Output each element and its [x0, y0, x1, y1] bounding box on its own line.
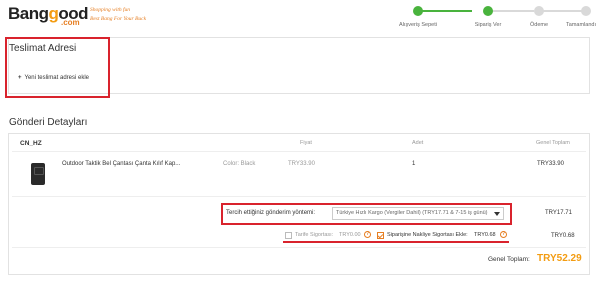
product-image[interactable] [31, 163, 45, 185]
row-separator [12, 247, 586, 248]
checkout-progress: Alışveriş Sepeti Sipariş Ver Ödeme Tamam… [399, 5, 596, 31]
progress-step-dot-1 [413, 6, 423, 16]
product-total: TRY33.90 [537, 161, 564, 167]
product-qty: 1 [412, 161, 416, 167]
progress-step-dot-4 [581, 6, 591, 16]
column-header-price: Fiyat [300, 140, 312, 146]
progress-line-2 [488, 10, 534, 12]
highlight-insurance-underline [283, 241, 509, 243]
shipping-cost: TRY17.71 [545, 210, 572, 216]
tariff-insurance-value: TRY0.00 [339, 232, 361, 238]
highlight-address-box [5, 37, 110, 98]
progress-step-label-1: Alışveriş Sepeti [399, 22, 437, 28]
row-separator [12, 196, 586, 197]
grand-total-value: TRY52.29 [537, 253, 582, 264]
shipment-details-title: Gönderi Detayları [9, 117, 88, 128]
shipping-insurance-checkbox[interactable] [377, 232, 384, 239]
progress-step-label-2: Sipariş Ver [474, 22, 502, 28]
highlight-shipping-method [221, 203, 512, 225]
banggood-logo[interactable]: Banggood .com Shopping with fun Best Bang… [8, 4, 168, 28]
product-name-link[interactable]: Outdoor Taktik Bel Çantası Çanta Kılıf K… [62, 161, 180, 167]
tariff-insurance-checkbox[interactable] [285, 232, 292, 239]
progress-line-1 [418, 10, 472, 12]
shipping-insurance-help-icon[interactable]: ? [500, 231, 507, 238]
shipping-insurance-label: Siparişine Nakliye Sigortası Ekle: [387, 232, 468, 238]
column-header-qty: Adet [412, 140, 424, 146]
tariff-insurance-label: Tarife Sigortası: [295, 232, 334, 238]
logo-domain: .com [61, 18, 80, 27]
row-separator [12, 151, 586, 152]
shipping-insurance-value: TRY0.68 [474, 232, 496, 238]
progress-step-dot-3 [534, 6, 544, 16]
grand-total-label: Genel Toplam: [488, 256, 530, 263]
product-price: TRY33.90 [288, 161, 315, 167]
logo-tagline: Shopping with fun Best Bang For Your Buck [90, 7, 147, 22]
warehouse-code: CN_HZ [20, 140, 42, 147]
progress-step-dot-2 [483, 6, 493, 16]
tariff-help-icon[interactable]: ? [364, 231, 371, 238]
insurance-cost: TRY0.68 [551, 233, 575, 239]
column-header-total: Genel Toplam [536, 140, 570, 146]
progress-step-label-3: Ödeme [529, 22, 549, 28]
progress-step-label-4: Tamamlandı [566, 22, 596, 28]
progress-line-3 [542, 10, 586, 12]
product-color: Color: Black [223, 161, 256, 167]
